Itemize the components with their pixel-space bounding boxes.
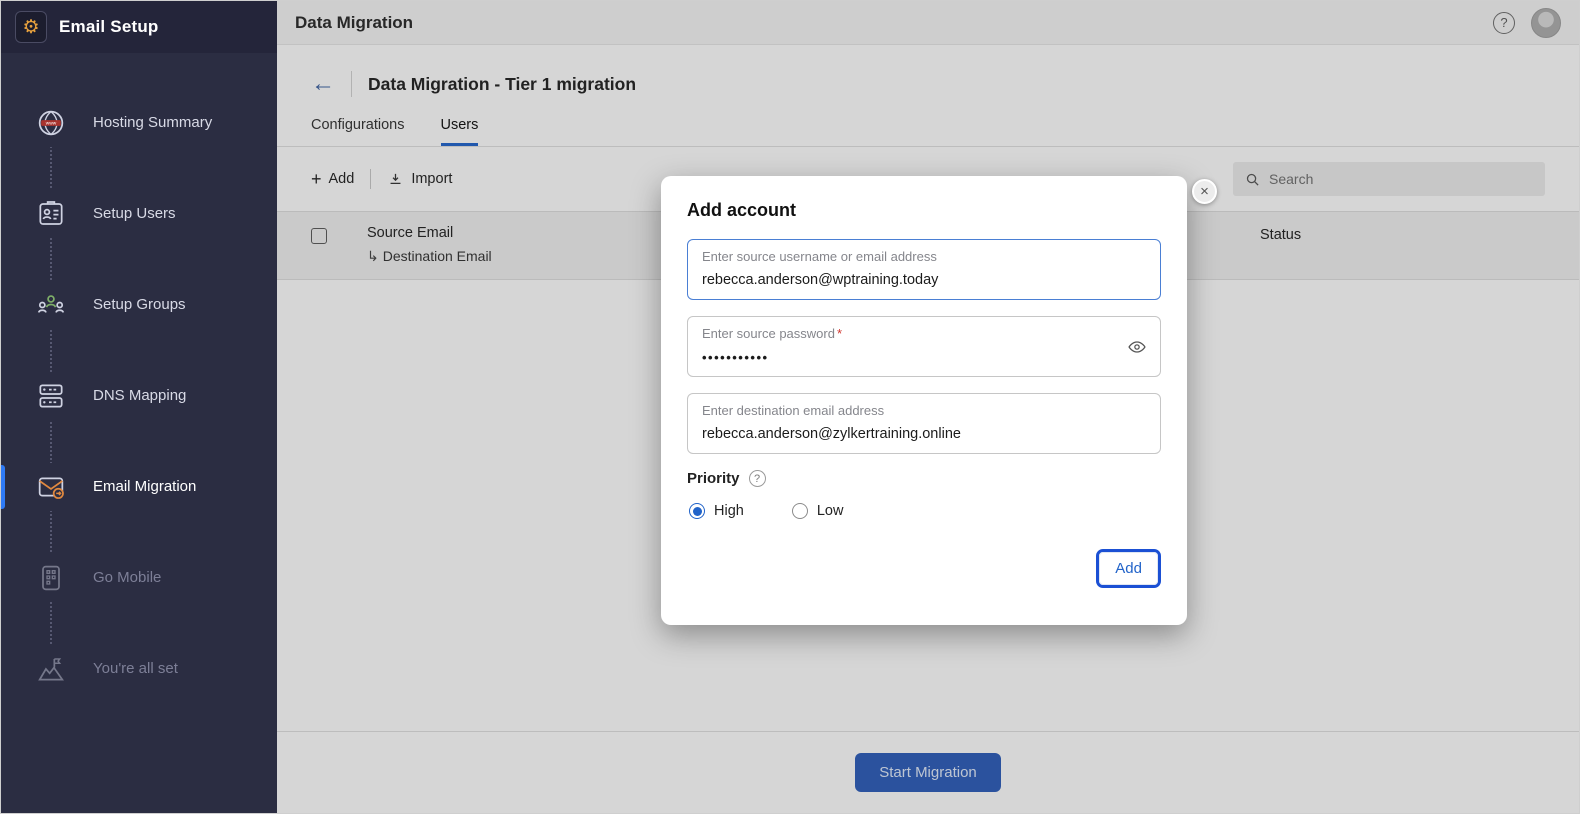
source-email-field-label: Enter source username or email address [702,249,1146,264]
modal-actions: Add [687,549,1161,588]
required-asterisk: * [837,326,842,341]
sidebar-item-label: Setup Users [93,205,176,222]
source-email-field[interactable]: Enter source username or email address r… [687,239,1161,300]
app-window: ⚙ Email Setup www Hosting Summary Setup … [0,0,1580,814]
priority-options: High Low [687,503,1161,519]
priority-radio-low[interactable]: Low [792,503,844,519]
sidebar-item-setup-groups[interactable]: Setup Groups [1,259,277,350]
radio-circle-icon [689,503,705,519]
destination-email-field-label: Enter destination email address [702,403,1146,418]
sidebar-item-hosting-summary[interactable]: www Hosting Summary [1,77,277,168]
user-group-icon [31,281,71,329]
source-password-field-value: ••••••••••• [702,350,1146,365]
modal-add-button[interactable]: Add [1099,552,1158,585]
sidebar-item-go-mobile[interactable]: Go Mobile [1,532,277,623]
sidebar-item-label: Setup Groups [93,296,186,313]
sidebar: ⚙ Email Setup www Hosting Summary Setup … [1,1,277,813]
sidebar-item-email-migration[interactable]: Email Migration [1,441,277,532]
radio-circle-icon [792,503,808,519]
id-card-icon [31,190,71,238]
globe-www-icon: www [31,99,71,147]
app-title: Email Setup [59,17,159,37]
destination-email-field[interactable]: Enter destination email address rebecca.… [687,393,1161,454]
modal-title: Add account [687,200,1161,221]
priority-label: Priority [687,470,740,487]
sidebar-item-label: You're all set [93,660,178,677]
destination-email-field-value: rebecca.anderson@zylkertraining.online [702,426,1146,442]
mountain-flag-icon [31,645,71,693]
mobile-phone-icon [31,554,71,602]
sidebar-item-label: Email Migration [93,478,196,495]
setup-steps-nav: www Hosting Summary Setup Users Setup Gr… [1,77,277,714]
sidebar-header: ⚙ Email Setup [1,1,277,53]
close-icon[interactable]: × [1192,179,1217,204]
priority-high-label: High [714,503,744,519]
source-email-field-value: rebecca.anderson@wptraining.today [702,272,1146,288]
sidebar-item-dns-mapping[interactable]: DNS Mapping [1,350,277,441]
svg-text:www: www [46,121,57,126]
sidebar-item-label: Go Mobile [93,569,161,586]
app-logo-gear-icon: ⚙ [15,11,47,43]
priority-radio-high[interactable]: High [689,503,744,519]
source-password-field-label: Enter source password* [702,326,1146,341]
sidebar-item-all-set[interactable]: You're all set [1,623,277,714]
priority-help-icon[interactable]: ? [749,470,766,487]
server-stack-icon [31,372,71,420]
sidebar-item-setup-users[interactable]: Setup Users [1,168,277,259]
sidebar-item-label: Hosting Summary [93,114,212,131]
add-account-modal: × Add account Enter source username or e… [661,176,1187,625]
priority-section: Priority ? [687,470,1161,487]
add-button-highlight: Add [1096,549,1161,588]
priority-low-label: Low [817,503,844,519]
email-envelope-icon [31,463,71,511]
show-password-eye-icon[interactable] [1127,337,1147,357]
source-password-field[interactable]: Enter source password* ••••••••••• [687,316,1161,377]
sidebar-item-label: DNS Mapping [93,387,186,404]
